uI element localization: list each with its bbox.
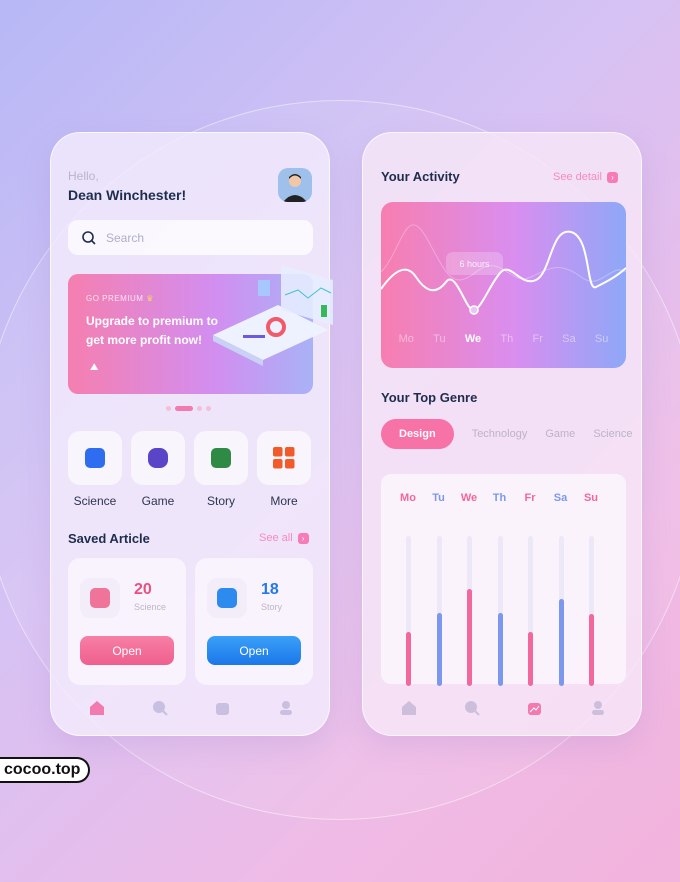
search-placeholder: Search	[106, 230, 145, 245]
carousel-indicator[interactable]	[166, 406, 211, 411]
bottom-nav	[51, 699, 331, 717]
avatar[interactable]	[278, 168, 312, 202]
bar-column: Sa	[551, 492, 571, 686]
search-icon	[82, 230, 96, 245]
day-label[interactable]: Th	[500, 333, 513, 345]
bar-column: Su	[581, 492, 601, 686]
search-icon[interactable]	[463, 699, 481, 717]
banner-tag: GO PREMIUM ♛	[86, 294, 154, 303]
bar-label: Fr	[524, 492, 536, 504]
user-name: Dean Winchester!	[68, 187, 187, 203]
bar-label: Sa	[553, 492, 568, 504]
bar-column: Th	[490, 492, 510, 686]
category-list: Science Game Story More	[68, 431, 311, 508]
see-all-link[interactable]: See all ›	[259, 532, 309, 544]
chevron-right-icon: ›	[297, 532, 309, 544]
gamepad-icon	[148, 448, 168, 468]
activity-chart: 6 hours Mo Tu We Th Fr Sa Su	[381, 202, 626, 368]
bar	[467, 588, 472, 686]
category-story[interactable]: Story	[194, 431, 248, 508]
bar-label: We	[460, 492, 478, 504]
bar-column: Tu	[429, 492, 449, 686]
home-icon[interactable]	[88, 699, 106, 717]
saved-article-title: Saved Article	[68, 531, 150, 546]
profile-icon[interactable]	[277, 699, 295, 717]
tooltip: 6 hours	[446, 252, 503, 275]
genre-tab[interactable]: Game	[545, 428, 575, 440]
isometric-dashboard-illustration	[213, 265, 333, 366]
bar-track	[528, 536, 533, 686]
bar-track	[589, 536, 594, 686]
category-science[interactable]: Science	[68, 431, 122, 508]
day-label[interactable]: Fr	[533, 333, 543, 345]
see-detail-link[interactable]: See detail ›	[553, 171, 618, 183]
search-input[interactable]: Search	[68, 220, 313, 255]
stats-icon[interactable]	[526, 699, 544, 717]
chart-icon	[85, 448, 105, 468]
category-game[interactable]: Game	[131, 431, 185, 508]
bar-label: Th	[492, 492, 507, 504]
article-category: Science	[134, 602, 167, 612]
home-icon[interactable]	[400, 699, 418, 717]
bar-label: Mo	[400, 492, 416, 504]
bar-track	[558, 536, 564, 686]
stats-screen: Your Activity See detail › 6 hours Mo Tu We…	[362, 132, 642, 736]
top-genre-title: Your Top Genre	[381, 390, 478, 405]
genre-tabs: Design Technology Game Science	[381, 419, 632, 449]
bar	[406, 632, 411, 686]
day-label[interactable]: Su	[595, 333, 608, 345]
bar	[558, 599, 564, 686]
premium-banner[interactable]: GO PREMIUM ♛ Upgrade to premium to get m…	[68, 265, 333, 394]
document-icon	[217, 588, 237, 608]
bar-label: Su	[583, 492, 599, 504]
bar	[528, 632, 533, 686]
article-count: 20	[134, 581, 152, 598]
bar-label: Tu	[432, 492, 445, 504]
day-label[interactable]: Mo	[399, 333, 414, 345]
bar-column: We	[459, 492, 479, 686]
chevron-right-icon: ›	[606, 171, 618, 183]
category-more[interactable]: More	[257, 431, 311, 508]
bar-track	[467, 536, 472, 686]
bottom-nav	[363, 699, 643, 717]
day-label[interactable]: Sa	[562, 333, 575, 345]
day-label[interactable]: Tu	[433, 333, 445, 345]
crown-icon: ♛	[146, 294, 154, 303]
grid-icon	[273, 447, 295, 469]
search-icon[interactable]	[151, 699, 169, 717]
home-screen: Hello, Dean Winchester! Search GO PREMIU…	[50, 132, 333, 736]
bar-track	[436, 536, 442, 686]
bar-column: Fr	[520, 492, 540, 686]
brand-logo: ⛰	[90, 362, 99, 373]
open-button[interactable]: Open	[80, 636, 174, 665]
article-count: 18	[261, 581, 279, 598]
bar	[436, 612, 442, 686]
bar	[497, 612, 503, 686]
genre-tab[interactable]: Science	[593, 428, 632, 440]
saved-article-card: 18 Story Open	[195, 558, 313, 685]
profile-icon[interactable]	[589, 699, 607, 717]
day-label[interactable]: We	[465, 333, 481, 345]
document-icon	[211, 448, 231, 468]
watermark: cocoo.top	[0, 757, 91, 783]
article-category: Story	[261, 602, 283, 612]
chart-icon	[90, 588, 110, 608]
greeting: Hello,	[68, 169, 99, 183]
genre-bar-chart: Mo Tu We Th Fr Sa Su	[381, 474, 626, 686]
genre-tab[interactable]: Design	[381, 419, 454, 449]
saved-article-card: 20 Science Open	[68, 558, 186, 685]
bar-track	[497, 536, 503, 686]
genre-tab[interactable]: Technology	[472, 428, 528, 440]
bar-column: Mo	[398, 492, 418, 686]
stats-icon[interactable]	[214, 699, 232, 717]
bar-track	[406, 536, 411, 686]
bar	[589, 614, 594, 686]
day-labels: Mo Tu We Th Fr Sa Su	[381, 333, 626, 345]
selected-point	[469, 305, 479, 315]
open-button[interactable]: Open	[207, 636, 301, 665]
activity-title: Your Activity	[381, 169, 460, 184]
